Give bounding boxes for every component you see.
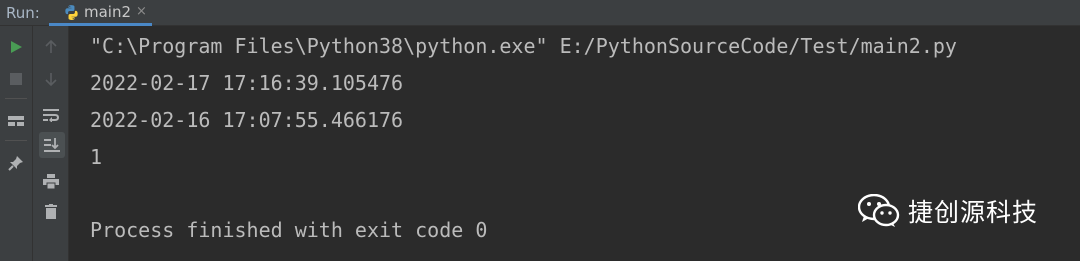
python-icon — [65, 5, 78, 20]
pin-icon — [8, 156, 23, 171]
console-line-output: 2022-02-16 17:07:55.466176 — [90, 108, 404, 132]
trash-icon — [45, 203, 57, 219]
up-arrow-icon — [45, 40, 57, 53]
run-tab-bar: Run: main2 × — [0, 0, 1080, 26]
toolbar-separator — [5, 98, 27, 99]
stop-button[interactable] — [4, 67, 28, 91]
run-primary-toolbar — [0, 26, 33, 261]
pin-button[interactable] — [4, 151, 28, 175]
console-line-command: "C:\Program Files\Python38\python.exe" E… — [90, 34, 957, 58]
wechat-icon — [858, 194, 900, 227]
soft-wrap-button[interactable] — [39, 103, 63, 127]
soft-wrap-icon — [43, 109, 59, 122]
run-secondary-toolbar — [33, 26, 69, 261]
print-button[interactable] — [39, 169, 63, 193]
console-line-output: 1 — [90, 145, 103, 169]
layout-button[interactable] — [4, 109, 28, 133]
layout-icon — [8, 116, 24, 126]
tab-label: main2 — [84, 3, 132, 21]
tab-main2[interactable]: main2 × — [49, 0, 152, 26]
run-icon — [11, 41, 22, 53]
next-occurrence-button[interactable] — [39, 67, 63, 91]
scroll-to-end-button[interactable] — [39, 132, 65, 158]
previous-occurrence-button[interactable] — [39, 35, 63, 59]
down-arrow-icon — [45, 73, 57, 86]
watermark: 捷创源科技 — [858, 193, 1038, 229]
run-label: Run: — [6, 4, 40, 22]
print-icon — [43, 173, 59, 189]
console-line-output: 2022-02-17 17:16:39.105476 — [90, 71, 404, 95]
watermark-text: 捷创源科技 — [908, 198, 1039, 227]
stop-icon — [10, 73, 22, 85]
console-line-exit-status: Process finished with exit code 0 — [90, 218, 488, 242]
scroll-to-end-icon — [44, 138, 60, 152]
close-icon[interactable]: × — [136, 4, 147, 19]
toolbar-separator — [5, 140, 27, 141]
run-button[interactable] — [4, 35, 28, 59]
clear-all-button[interactable] — [39, 199, 63, 223]
